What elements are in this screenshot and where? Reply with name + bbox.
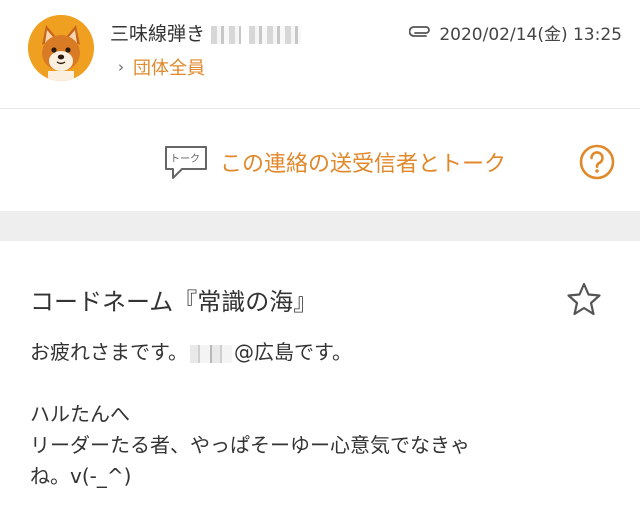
greeting-start: お疲れさまです。 — [30, 340, 188, 364]
section-separator — [0, 211, 640, 241]
talk-row: トーク この連絡の送受信者とトーク — [0, 109, 640, 211]
chevron-right-icon: › — [118, 58, 124, 76]
chat-icon-label: トーク — [170, 153, 200, 165]
body-line: リーダーたる者、やっぱそーゆー心意気でなきゃ — [30, 433, 470, 457]
sender-name-row: 三味線弾き — [110, 19, 302, 46]
redacted-text — [249, 25, 302, 44]
star-outline-icon[interactable] — [565, 280, 603, 318]
message-body: お疲れさまです。 @広島です。 ハルたんへ リーダーたる者、やっぱそーゆー心意気で… — [30, 337, 610, 492]
help-icon[interactable] — [578, 143, 616, 181]
message-header: 三味線弾き 2020/02/14(金) 13:25 › 団体全員 — [0, 0, 640, 108]
sender-name: 三味線弾き — [110, 23, 206, 45]
redacted-text — [190, 344, 232, 363]
shiba-dog-icon — [28, 15, 94, 81]
greeting-end: @広島です。 — [234, 340, 352, 364]
message-meta: 2020/02/14(金) 13:25 — [409, 20, 622, 45]
paperclip-icon[interactable] — [409, 25, 433, 41]
redacted-text — [211, 25, 242, 44]
body-line: ね。v(-_^) — [30, 464, 132, 488]
chat-bubble-icon[interactable]: トーク — [163, 143, 209, 183]
sender-avatar[interactable] — [28, 15, 94, 81]
talk-link[interactable]: この連絡の送受信者とトーク — [220, 146, 506, 178]
timestamp: 2020/02/14(金) 13:25 — [439, 25, 622, 45]
body-line: ハルたんへ — [30, 402, 130, 426]
message-subject: コードネーム『常識の海』 — [30, 288, 318, 316]
greeting-line: お疲れさまです。 @広島です。 — [30, 337, 610, 368]
recipient-link[interactable]: › 団体全員 — [118, 54, 205, 80]
recipient-label: 団体全員 — [133, 58, 205, 79]
